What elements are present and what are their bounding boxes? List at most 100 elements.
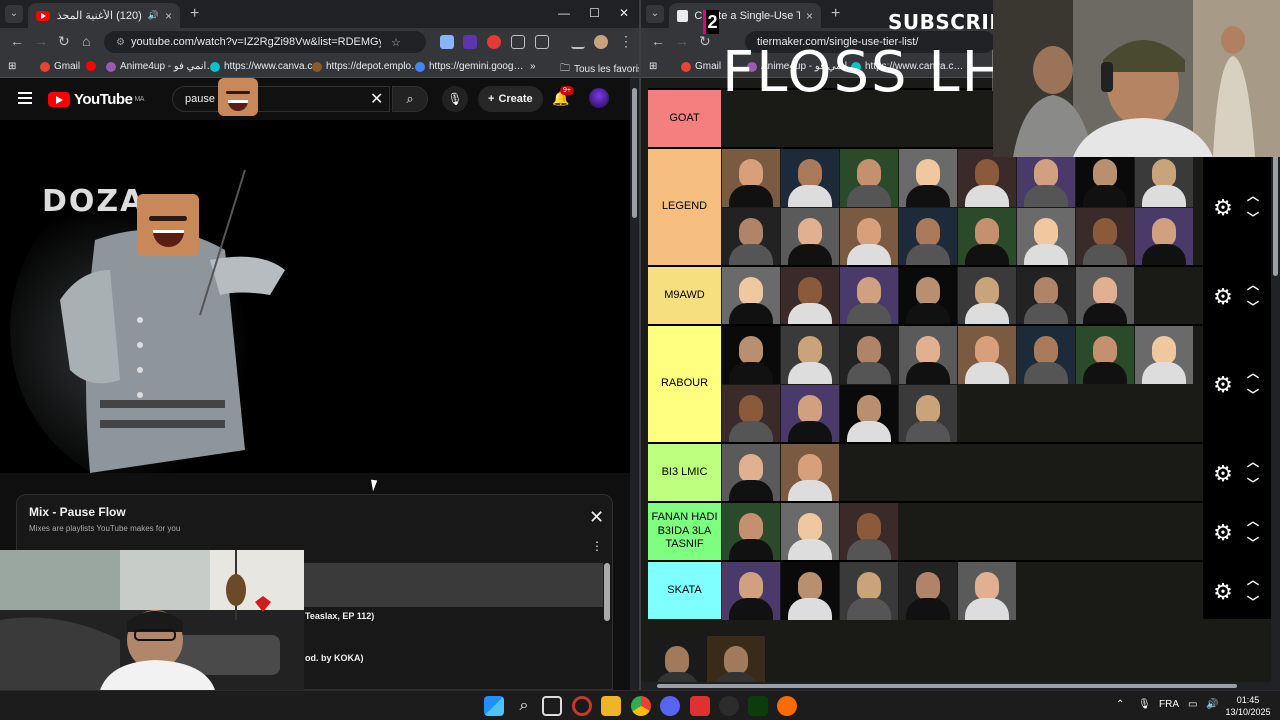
move-tier-up-icon[interactable]: ︿ — [1247, 570, 1259, 590]
playlist-scrollbar[interactable] — [604, 563, 610, 621]
tier-item-image[interactable] — [781, 208, 839, 266]
move-tier-down-icon[interactable]: ﹀ — [1247, 592, 1259, 612]
tab-youtube[interactable]: (120) الأغنية المحذوفة وكلما… 🔊 × — [28, 3, 180, 28]
page-scrollbar[interactable] — [630, 78, 639, 690]
forward-icon[interactable]: → — [34, 33, 48, 49]
move-tier-down-icon[interactable]: ﹀ — [1247, 533, 1259, 553]
tier-items-dropzone[interactable] — [722, 326, 1202, 443]
tier-item-image[interactable] — [722, 326, 780, 384]
page-scrollbar-horizontal[interactable] — [641, 682, 1280, 690]
obs-icon[interactable] — [719, 696, 739, 716]
address-bar[interactable]: ⚙ youtube.com/watch?v=IZ2RgZi98Vw&list=R… — [104, 31, 426, 53]
apps-grid-icon[interactable]: ⊞ — [8, 61, 16, 72]
tier-label[interactable]: FANAN HADI B3IDA 3LA TASNIF — [648, 503, 721, 560]
language-indicator[interactable]: FRA — [1159, 699, 1179, 710]
youtube-logo[interactable]: YouTube MA — [48, 91, 144, 108]
tier-items-dropzone[interactable] — [722, 267, 1202, 325]
tier-label[interactable]: BI3 LMIC — [648, 444, 721, 501]
app-icon[interactable] — [690, 696, 710, 716]
speaker-icon[interactable]: 🔊 — [148, 10, 159, 21]
forward-icon[interactable]: → — [675, 33, 689, 49]
task-view-icon[interactable] — [542, 696, 562, 716]
profile-avatar-icon[interactable] — [594, 35, 608, 49]
tier-item-image[interactable] — [840, 149, 898, 207]
tier-item-image[interactable] — [899, 562, 957, 620]
page-scrollbar-vertical[interactable] — [1271, 78, 1280, 682]
tier-item-image[interactable] — [899, 326, 957, 384]
tab-close-icon[interactable]: × — [806, 9, 813, 23]
tier-item-image[interactable] — [840, 503, 898, 561]
microphone-icon[interactable]: 🎙 — [1138, 699, 1151, 710]
tier-label[interactable]: RABOUR — [648, 326, 721, 442]
file-explorer-icon[interactable] — [601, 696, 621, 716]
tier-settings-gear-icon[interactable]: ⚙ — [1211, 373, 1235, 397]
tier-item-image[interactable] — [722, 385, 780, 443]
playlist-item-title[interactable]: Teaslax, EP 112) — [305, 611, 374, 621]
tier-label[interactable]: SKATA — [648, 562, 721, 619]
scrollbar-thumb[interactable] — [632, 88, 637, 218]
tier-label[interactable]: GOAT — [648, 90, 721, 147]
extension-icon[interactable] — [463, 35, 477, 49]
tier-item-image[interactable] — [722, 444, 780, 502]
tier-item-image[interactable] — [1076, 208, 1134, 266]
tier-item-image[interactable] — [899, 267, 957, 325]
playlist-more-icon[interactable]: ⋮ — [591, 539, 603, 553]
bookmark-canva[interactable]: https://www.canva.c… — [210, 61, 322, 72]
bookmark-anime4up[interactable]: Anime4up - انمي فو… — [106, 61, 216, 72]
maximize-icon[interactable]: ☐ — [589, 6, 600, 20]
tier-item-image[interactable] — [781, 444, 839, 502]
create-button[interactable]: + Create — [478, 86, 543, 112]
extensions-puzzle-icon[interactable] — [535, 35, 549, 49]
bookmarks-overflow-icon[interactable]: » — [530, 61, 536, 72]
tier-settings-gear-icon[interactable]: ⚙ — [1211, 196, 1235, 220]
tier-item-image[interactable] — [1017, 326, 1075, 384]
tier-items-dropzone[interactable] — [722, 149, 1202, 266]
tier-item-image[interactable] — [899, 149, 957, 207]
tray-chevron-icon[interactable]: ⌃ — [1116, 699, 1124, 710]
tier-item-image[interactable] — [1135, 208, 1193, 266]
tier-items-dropzone[interactable] — [722, 503, 1202, 561]
move-tier-down-icon[interactable]: ﹀ — [1247, 208, 1259, 228]
tier-item-image[interactable] — [958, 326, 1016, 384]
tier-settings-gear-icon[interactable]: ⚙ — [1211, 520, 1235, 545]
tier-item-image[interactable] — [781, 267, 839, 325]
extension-icon[interactable] — [440, 35, 454, 49]
tier-item-image[interactable] — [1076, 149, 1134, 207]
scrollbar-thumb[interactable] — [657, 684, 1237, 688]
new-tab-icon[interactable]: + — [831, 5, 840, 23]
tier-item-image[interactable] — [840, 326, 898, 384]
start-windows-icon[interactable] — [484, 696, 504, 716]
all-bookmarks-folder[interactable]: 🗀 Tous les favoris — [560, 61, 639, 78]
tab-close-icon[interactable]: × — [165, 9, 172, 23]
tier-item-image[interactable] — [722, 267, 780, 325]
move-tier-up-icon[interactable]: ︿ — [1247, 511, 1259, 531]
tier-item-image[interactable] — [722, 149, 780, 207]
tier-item-image[interactable] — [840, 385, 898, 443]
home-icon[interactable]: ⌂ — [82, 33, 90, 49]
tab-tiermaker[interactable]: Create a Single-Use Tier List (P… × — [669, 3, 821, 28]
tier-item-image[interactable] — [781, 385, 839, 443]
video-player[interactable]: DOZA — [0, 120, 630, 473]
tier-item-image[interactable] — [958, 562, 1016, 620]
voice-search-mic-icon[interactable]: 🎙 — [442, 86, 468, 112]
tier-item-image[interactable] — [1076, 267, 1134, 325]
media-control-icon[interactable] — [571, 35, 585, 49]
account-avatar[interactable] — [589, 88, 609, 108]
reload-icon[interactable]: ↻ — [58, 33, 70, 50]
search-input[interactable]: pause flow — [172, 86, 390, 112]
tier-item-image[interactable] — [722, 503, 780, 561]
extension-icon[interactable] — [487, 35, 501, 49]
tier-item-image[interactable] — [899, 385, 957, 443]
tier-item-image[interactable] — [1017, 149, 1075, 207]
tier-item-image[interactable] — [1135, 326, 1193, 384]
tier-item-image[interactable] — [781, 326, 839, 384]
tier-items-dropzone[interactable] — [722, 562, 1202, 620]
tier-settings-gear-icon[interactable]: ⚙ — [1211, 579, 1235, 604]
reload-icon[interactable]: ↻ — [699, 33, 711, 50]
tier-item-image[interactable] — [840, 267, 898, 325]
minimize-icon[interactable]: — — [558, 6, 570, 20]
tier-item-image[interactable] — [781, 562, 839, 620]
app-icon[interactable] — [748, 696, 768, 716]
clear-search-icon[interactable]: ✕ — [370, 89, 383, 109]
tier-item-image[interactable] — [1017, 267, 1075, 325]
